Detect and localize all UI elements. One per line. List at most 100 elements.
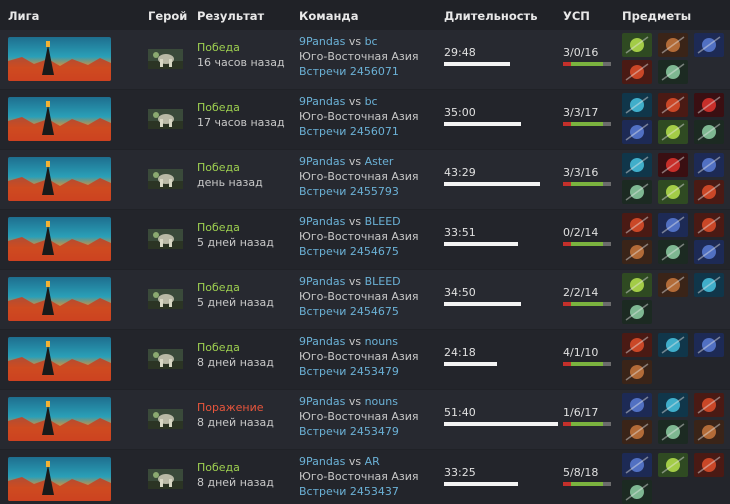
- team-link[interactable]: 9Pandas: [299, 155, 345, 168]
- blade-item-icon[interactable]: [622, 33, 652, 57]
- helm-item-icon[interactable]: [694, 213, 724, 237]
- opponent-link[interactable]: nouns: [365, 395, 398, 408]
- league-banner[interactable]: [8, 37, 111, 81]
- match-row[interactable]: Победа 16 часов назад 9Pandas vs bc Юго-…: [0, 30, 730, 89]
- match-row[interactable]: Победа 5 дней назад 9Pandas vs BLEED Юго…: [0, 210, 730, 269]
- series-link[interactable]: Встречи 2453479: [299, 424, 419, 439]
- result-label[interactable]: Победа: [197, 40, 285, 55]
- helm-item-icon[interactable]: [694, 180, 724, 204]
- helm-item-icon[interactable]: [658, 93, 688, 117]
- blade-item-icon[interactable]: [622, 273, 652, 297]
- boots-item-icon[interactable]: [658, 273, 688, 297]
- match-row[interactable]: Победа 17 часов назад 9Pandas vs bc Юго-…: [0, 90, 730, 149]
- hero-portrait[interactable]: [148, 349, 183, 369]
- result-label[interactable]: Победа: [197, 460, 274, 475]
- hero-portrait[interactable]: [148, 409, 183, 429]
- gloves-item-icon[interactable]: [694, 333, 724, 357]
- result-label[interactable]: Победа: [197, 340, 274, 355]
- gloves-item-icon[interactable]: [622, 453, 652, 477]
- header-items[interactable]: Предметы: [622, 9, 691, 23]
- gloves-item-icon[interactable]: [658, 213, 688, 237]
- series-link[interactable]: Встречи 2454675: [299, 304, 419, 319]
- opponent-link[interactable]: BLEED: [365, 215, 401, 228]
- orb-red-item-icon[interactable]: [694, 93, 724, 117]
- orb-item-icon[interactable]: [622, 93, 652, 117]
- orb-red-item-icon[interactable]: [658, 153, 688, 177]
- staff-item-icon[interactable]: [658, 60, 688, 84]
- hero-portrait[interactable]: [148, 169, 183, 189]
- hero-portrait[interactable]: [148, 109, 183, 129]
- hero-portrait[interactable]: [148, 229, 183, 249]
- staff-item-icon[interactable]: [658, 240, 688, 264]
- boots-item-icon[interactable]: [658, 33, 688, 57]
- team-link[interactable]: 9Pandas: [299, 35, 345, 48]
- match-row[interactable]: Победа день назад 9Pandas vs Aster Юго-В…: [0, 150, 730, 209]
- staff-item-icon[interactable]: [622, 300, 652, 324]
- opponent-link[interactable]: nouns: [365, 335, 398, 348]
- boots-item-icon[interactable]: [622, 240, 652, 264]
- boots-item-icon[interactable]: [694, 420, 724, 444]
- result-label[interactable]: Поражение: [197, 400, 274, 415]
- team-link[interactable]: 9Pandas: [299, 455, 345, 468]
- staff-item-icon[interactable]: [658, 420, 688, 444]
- team-link[interactable]: 9Pandas: [299, 335, 345, 348]
- team-link[interactable]: 9Pandas: [299, 95, 345, 108]
- gloves-item-icon[interactable]: [622, 393, 652, 417]
- league-banner[interactable]: [8, 157, 111, 201]
- match-row[interactable]: Победа 8 дней назад 9Pandas vs AR Юго-Во…: [0, 450, 730, 504]
- team-link[interactable]: 9Pandas: [299, 275, 345, 288]
- header-team[interactable]: Команда: [299, 9, 358, 23]
- match-row[interactable]: Поражение 8 дней назад 9Pandas vs nouns …: [0, 390, 730, 449]
- boots-item-icon[interactable]: [622, 360, 652, 384]
- league-banner[interactable]: [8, 337, 111, 381]
- gloves-item-icon[interactable]: [694, 240, 724, 264]
- helm-item-icon[interactable]: [694, 393, 724, 417]
- result-label[interactable]: Победа: [197, 280, 274, 295]
- result-label[interactable]: Победа: [197, 160, 263, 175]
- helm-item-icon[interactable]: [622, 333, 652, 357]
- opponent-link[interactable]: bc: [365, 35, 378, 48]
- header-kda[interactable]: УСП: [563, 9, 590, 23]
- series-link[interactable]: Встречи 2453479: [299, 364, 419, 379]
- staff-item-icon[interactable]: [622, 480, 652, 504]
- helm-item-icon[interactable]: [622, 213, 652, 237]
- gloves-item-icon[interactable]: [694, 33, 724, 57]
- boots-item-icon[interactable]: [622, 420, 652, 444]
- orb-item-icon[interactable]: [622, 153, 652, 177]
- helm-item-icon[interactable]: [694, 453, 724, 477]
- helm-item-icon[interactable]: [622, 60, 652, 84]
- header-duration[interactable]: Длительность: [444, 9, 537, 23]
- orb-item-icon[interactable]: [694, 273, 724, 297]
- series-link[interactable]: Встречи 2455793: [299, 184, 419, 199]
- opponent-link[interactable]: bc: [365, 95, 378, 108]
- opponent-link[interactable]: AR: [365, 455, 380, 468]
- result-label[interactable]: Победа: [197, 220, 274, 235]
- header-hero[interactable]: Герой: [148, 9, 187, 23]
- series-link[interactable]: Встречи 2456071: [299, 124, 419, 139]
- blade-item-icon[interactable]: [658, 453, 688, 477]
- header-league[interactable]: Лига: [8, 9, 39, 23]
- opponent-link[interactable]: Aster: [365, 155, 394, 168]
- league-banner[interactable]: [8, 397, 111, 441]
- league-banner[interactable]: [8, 217, 111, 261]
- orb-item-icon[interactable]: [658, 333, 688, 357]
- opponent-link[interactable]: BLEED: [365, 275, 401, 288]
- result-label[interactable]: Победа: [197, 100, 285, 115]
- league-banner[interactable]: [8, 277, 111, 321]
- series-link[interactable]: Встречи 2454675: [299, 244, 419, 259]
- match-row[interactable]: Победа 8 дней назад 9Pandas vs nouns Юго…: [0, 330, 730, 389]
- hero-portrait[interactable]: [148, 469, 183, 489]
- blade-item-icon[interactable]: [658, 180, 688, 204]
- match-row[interactable]: Победа 5 дней назад 9Pandas vs BLEED Юго…: [0, 270, 730, 329]
- league-banner[interactable]: [8, 457, 111, 501]
- staff-item-icon[interactable]: [694, 120, 724, 144]
- hero-portrait[interactable]: [148, 49, 183, 69]
- gloves-item-icon[interactable]: [694, 153, 724, 177]
- staff-item-icon[interactable]: [622, 180, 652, 204]
- team-link[interactable]: 9Pandas: [299, 215, 345, 228]
- gloves-item-icon[interactable]: [622, 120, 652, 144]
- hero-portrait[interactable]: [148, 289, 183, 309]
- header-result[interactable]: Результат: [197, 9, 264, 23]
- team-link[interactable]: 9Pandas: [299, 395, 345, 408]
- orb-item-icon[interactable]: [658, 393, 688, 417]
